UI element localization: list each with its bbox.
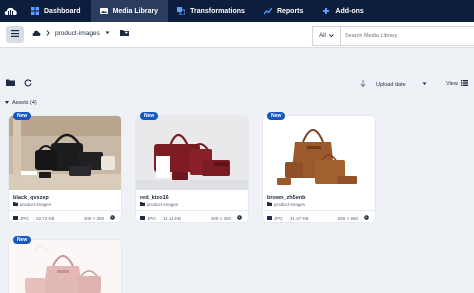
add-folder-icon[interactable] — [119, 29, 129, 38]
asset-folder-name: product-images — [20, 202, 52, 207]
asset-thumbnail-brown-bags[interactable] — [263, 116, 375, 190]
search-type-label: All — [319, 33, 326, 39]
sort-dropdown[interactable]: Upload date — [360, 80, 427, 89]
asset-toolbar: Upload date View — [0, 73, 474, 95]
reports-icon — [263, 7, 273, 15]
asset-meta: JPG 11.11 KB 300 × 300 — [140, 214, 244, 222]
asset-format: JPG — [267, 215, 290, 221]
divider — [9, 210, 121, 211]
folder-icon[interactable] — [6, 79, 15, 89]
sort-label: Upload date — [376, 81, 406, 88]
divider — [136, 210, 248, 211]
asset-dimensions: 300 × 300 — [210, 215, 231, 221]
new-badge: New — [140, 112, 159, 120]
folder-icon — [140, 202, 145, 207]
cloud-logo-icon[interactable] — [0, 0, 22, 22]
image-icon — [140, 215, 145, 221]
caret-down-icon[interactable] — [105, 30, 110, 37]
globe-icon — [110, 215, 115, 221]
breadcrumb: product-images — [32, 29, 129, 38]
asset-name: red_ktzo16 — [140, 195, 169, 201]
nav-reports[interactable]: Reports — [255, 0, 313, 22]
nav-add-ons-label: Add-ons — [335, 7, 364, 15]
refresh-icon[interactable] — [24, 79, 32, 89]
nav-dashboard-label: Dashboard — [44, 7, 81, 15]
menu-button[interactable] — [6, 26, 24, 43]
asset-name: black_qvszep — [13, 195, 49, 201]
add-ons-icon — [322, 7, 330, 15]
asset-folder-name: product-images — [147, 202, 179, 207]
asset-size: 22.72 KB — [36, 215, 55, 221]
asset-thumbnail-pink-bags[interactable] — [9, 240, 121, 293]
asset-folder: product-images — [13, 202, 51, 207]
asset-meta: JPG 41.27 KB 550 × 550 — [267, 214, 371, 222]
assets-count-label: Assets (4) — [12, 100, 37, 106]
breadcrumb-folder-name[interactable]: product-images — [55, 30, 100, 37]
new-badge: New — [267, 112, 286, 120]
view-toggle[interactable]: View — [446, 80, 468, 88]
dashboard-icon — [31, 7, 39, 15]
search-type-dropdown[interactable]: All — [313, 27, 341, 45]
asset-meta: JPG 22.72 KB 300 × 300 — [13, 214, 117, 222]
nav-add-ons[interactable]: Add-ons — [313, 0, 373, 22]
folder-icon — [267, 202, 272, 207]
hamburger-icon — [11, 30, 19, 39]
asset-format: JPG — [13, 215, 36, 221]
asset-dimensions: 300 × 300 — [83, 215, 104, 221]
asset-card[interactable]: New brown_zh5enb product-images JPG 41.2… — [263, 112, 375, 222]
image-icon — [267, 215, 272, 221]
caret-down-icon — [422, 82, 427, 88]
nav-media-library-label: Media Library — [112, 7, 159, 15]
asset-format-label: JPG — [147, 215, 156, 221]
view-label: View — [446, 81, 458, 87]
media-library-icon — [99, 7, 108, 15]
nav-dashboard[interactable]: Dashboard — [22, 0, 91, 22]
top-navigation: Dashboard Media Library Transformations … — [0, 0, 474, 22]
asset-size: 11.11 KB — [163, 215, 181, 221]
folder-icon — [13, 202, 18, 207]
asset-folder: product-images — [140, 202, 178, 207]
asset-card[interactable]: New red_ktzo16 product-images JPG 11.11 … — [136, 112, 248, 222]
new-badge: New — [13, 112, 32, 120]
globe-icon — [237, 215, 242, 221]
chevron-down-icon — [329, 33, 334, 39]
asset-name: brown_zh5enb — [267, 195, 306, 201]
asset-folder-name: product-images — [274, 202, 306, 207]
asset-thumbnail-black-bags[interactable] — [9, 116, 121, 190]
nav-reports-label: Reports — [276, 7, 304, 15]
asset-format: JPG — [140, 215, 163, 221]
new-badge: New — [13, 236, 32, 244]
asset-thumbnail-red-bags[interactable] — [136, 116, 248, 190]
list-view-icon — [460, 80, 468, 88]
asset-card[interactable]: New — [9, 236, 121, 293]
image-icon — [13, 215, 18, 221]
chevron-right-icon — [46, 29, 50, 38]
asset-dimensions: 550 × 550 — [337, 215, 358, 221]
sort-icon — [360, 80, 366, 89]
nav-transformations[interactable]: Transformations — [168, 0, 255, 22]
transformations-icon — [177, 7, 186, 16]
globe-icon — [364, 215, 369, 221]
cloud-icon[interactable] — [32, 30, 41, 38]
asset-size: 41.27 KB — [290, 215, 309, 221]
asset-format-label: JPG — [274, 215, 283, 221]
asset-folder: product-images — [267, 202, 305, 207]
nav-transformations-label: Transformations — [190, 7, 245, 15]
divider — [263, 210, 375, 211]
nav-media-library[interactable]: Media Library — [90, 0, 169, 22]
search-bar: All — [312, 26, 474, 46]
asset-format-label: JPG — [20, 215, 29, 221]
caret-down-icon — [5, 100, 9, 106]
assets-section-toggle[interactable]: Assets (4) — [5, 100, 37, 106]
search-input[interactable] — [341, 33, 461, 39]
asset-card[interactable]: New black_qvszep product-images JPG 22.7… — [9, 112, 121, 222]
